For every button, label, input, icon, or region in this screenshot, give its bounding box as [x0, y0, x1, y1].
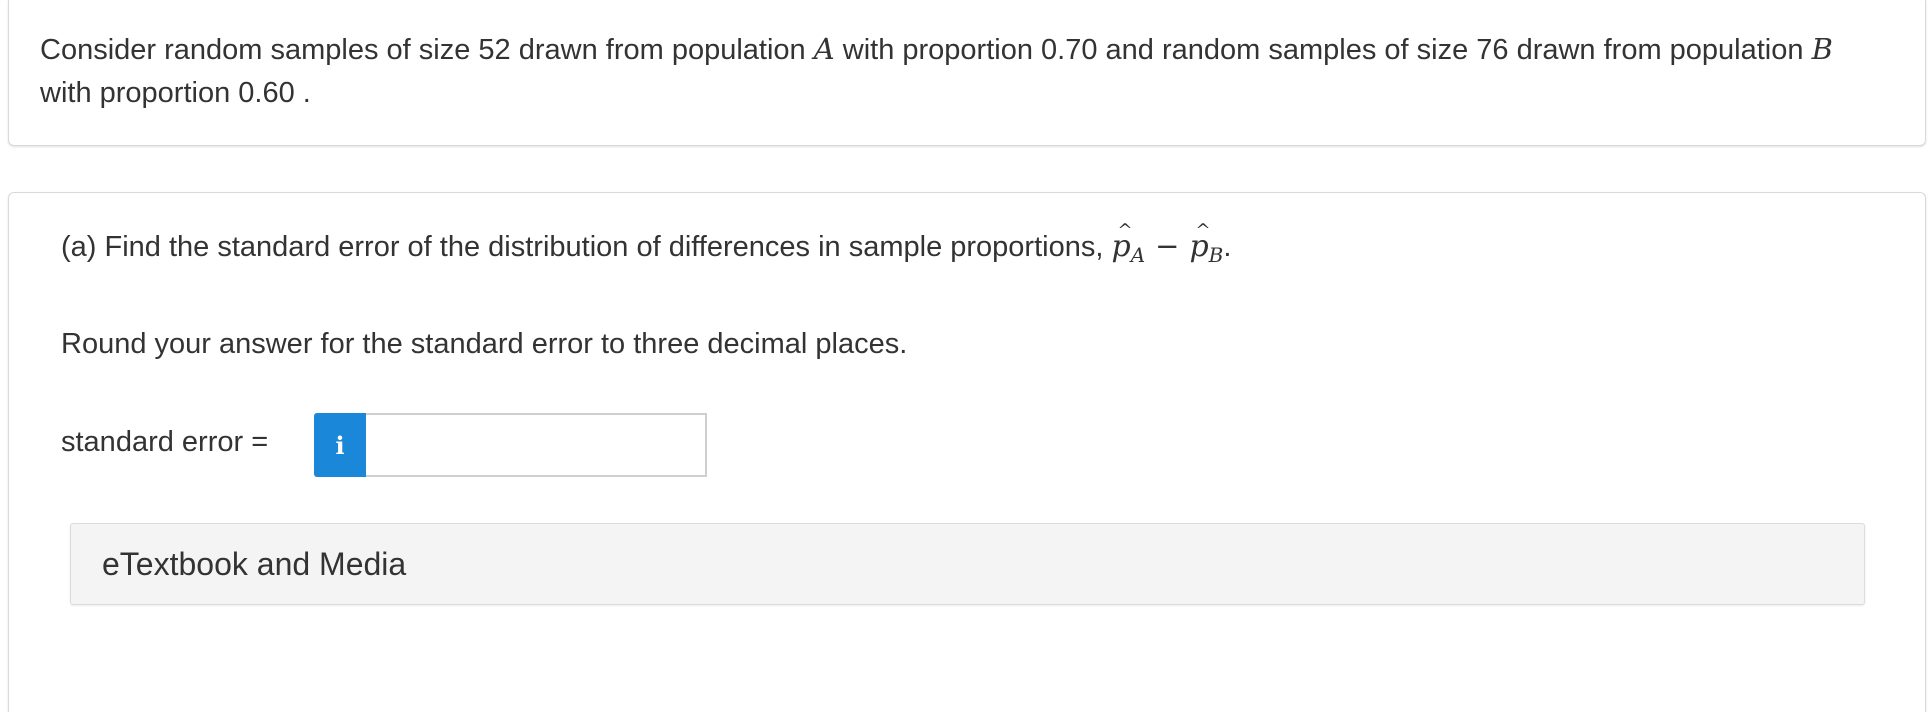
intro-card: Consider random samples of size 52 drawn… — [8, 0, 1926, 146]
population-b-variable: B — [1811, 32, 1833, 66]
problem-text-part: with proportion 0.60 . — [40, 77, 311, 109]
p-hat-a-symbol: ^ pA — [1111, 220, 1146, 275]
problem-text-part: Consider random samples of size 52 drawn… — [40, 34, 814, 66]
info-icon: i — [335, 430, 345, 460]
hat-accent: ^ — [1195, 220, 1211, 241]
period: . — [1223, 231, 1232, 263]
population-a-variable: A — [813, 32, 835, 66]
etextbook-media-label: eTextbook and Media — [102, 546, 407, 582]
problem-statement: Consider random samples of size 52 drawn… — [40, 28, 1880, 115]
hat-accent: ^ — [1117, 220, 1133, 241]
standard-error-input[interactable] — [366, 413, 707, 477]
standard-error-label: standard error = — [61, 426, 269, 458]
part-a-prompt: (a) Find the standard error of the distr… — [61, 231, 1112, 263]
p-hat-b-symbol: ^ pB — [1189, 220, 1224, 275]
problem-text-part: with proportion 0.70 and random samples … — [834, 34, 1812, 66]
subscript-b: B — [1208, 243, 1224, 267]
etextbook-media-panel[interactable]: eTextbook and Media — [70, 523, 1865, 605]
minus-sign: − — [1155, 229, 1180, 263]
part-a-question: (a) Find the standard error of the distr… — [61, 220, 1232, 275]
subscript-a: A — [1130, 243, 1146, 267]
rounding-instruction: Round your answer for the standard error… — [61, 328, 908, 360]
info-icon-button[interactable]: i — [314, 413, 366, 477]
